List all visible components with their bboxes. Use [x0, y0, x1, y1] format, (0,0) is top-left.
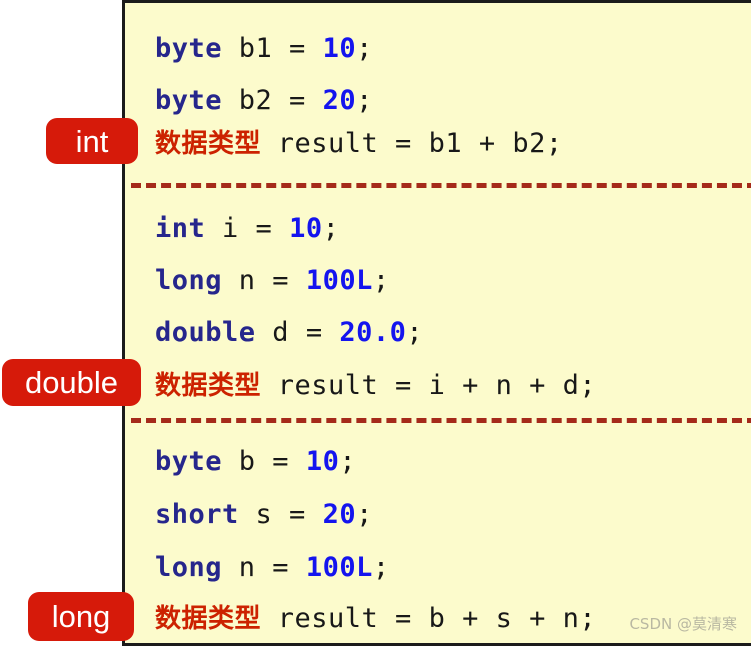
- literal-token: 10: [322, 33, 357, 64]
- punctuation-token: ;: [356, 85, 373, 116]
- code-line-9: short s = 20;: [155, 501, 373, 528]
- code-text: s =: [238, 499, 323, 530]
- keyword-token: long: [155, 265, 223, 296]
- type-badge-int[interactable]: int: [46, 118, 138, 164]
- csdn-watermark: CSDN @莫清寒: [629, 615, 737, 633]
- code-line-8: byte b = 10;: [155, 448, 356, 475]
- punctuation-token: ;: [406, 317, 424, 348]
- keyword-token: byte: [155, 33, 223, 64]
- literal-token: 100L: [305, 552, 373, 583]
- code-text: b1 =: [222, 33, 323, 64]
- code-line-5: long n = 100L;: [155, 267, 390, 294]
- keyword-token: long: [155, 552, 223, 583]
- code-text: b2 =: [222, 85, 323, 116]
- code-text: result = i + n + d;: [261, 370, 597, 401]
- screenshot-root: byte b1 = 10; byte b2 = 20; 数据类型 result …: [0, 0, 751, 652]
- keyword-token: short: [155, 499, 239, 530]
- code-line-2: byte b2 = 20;: [155, 87, 373, 114]
- keyword-token: byte: [155, 446, 223, 477]
- code-line-6: double d = 20.0;: [155, 319, 423, 346]
- code-text: i =: [205, 213, 290, 244]
- code-line-3-result: 数据类型 result = b1 + b2;: [155, 130, 563, 157]
- literal-token: 20: [322, 85, 357, 116]
- code-line-7-result: 数据类型 result = i + n + d;: [155, 372, 596, 399]
- code-text: result = b + s + n;: [261, 603, 597, 634]
- code-panel: byte b1 = 10; byte b2 = 20; 数据类型 result …: [122, 0, 751, 646]
- code-line-11-result: 数据类型 result = b + s + n;: [155, 605, 596, 632]
- punctuation-token: ;: [356, 33, 373, 64]
- chinese-datatype-placeholder: 数据类型: [155, 129, 262, 159]
- code-text: result = b1 + b2;: [261, 128, 563, 159]
- keyword-token: int: [155, 213, 206, 244]
- punctuation-token: ;: [322, 213, 340, 244]
- literal-token: 20.0: [339, 317, 407, 348]
- code-line-1: byte b1 = 10;: [155, 35, 373, 62]
- keyword-token: double: [155, 317, 256, 348]
- literal-token: 10: [305, 446, 340, 477]
- literal-token: 100L: [305, 265, 373, 296]
- code-text: n =: [222, 265, 306, 296]
- dashed-separator-1: [131, 183, 751, 188]
- type-badge-double[interactable]: double: [2, 359, 141, 406]
- code-text: n =: [222, 552, 306, 583]
- punctuation-token: ;: [356, 499, 373, 530]
- code-line-10: long n = 100L;: [155, 554, 390, 581]
- code-line-4: int i = 10;: [155, 215, 339, 242]
- punctuation-token: ;: [339, 446, 357, 477]
- punctuation-token: ;: [372, 265, 390, 296]
- code-text: b =: [222, 446, 306, 477]
- punctuation-token: ;: [372, 552, 390, 583]
- chinese-datatype-placeholder: 数据类型: [155, 371, 262, 401]
- type-badge-long[interactable]: long: [28, 592, 134, 641]
- literal-token: 20: [322, 499, 357, 530]
- dashed-separator-2: [131, 418, 751, 423]
- literal-token: 10: [289, 213, 323, 244]
- keyword-token: byte: [155, 85, 223, 116]
- code-text: d =: [255, 317, 340, 348]
- chinese-datatype-placeholder: 数据类型: [155, 604, 262, 634]
